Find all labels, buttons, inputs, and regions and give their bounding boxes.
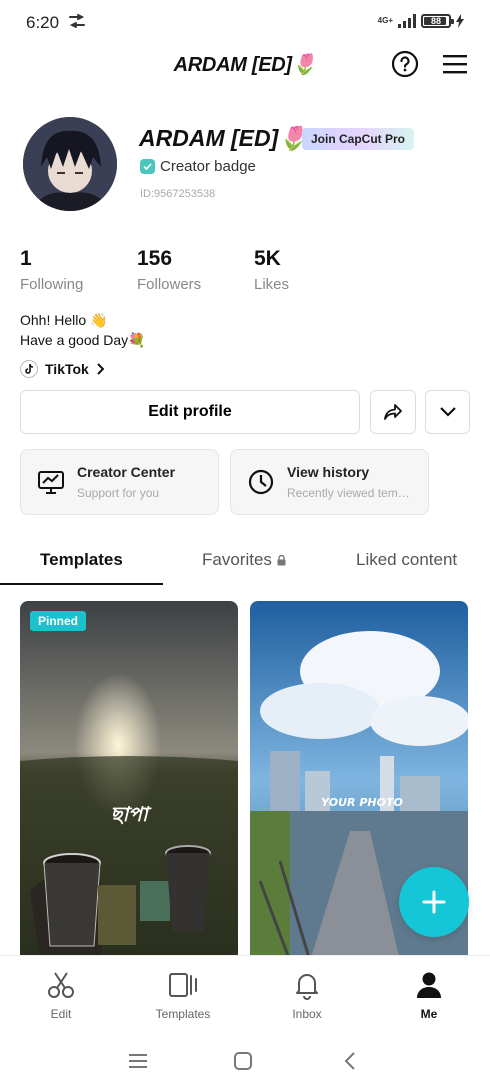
pinned-badge: Pinned [30, 611, 87, 631]
scissors-icon [48, 972, 74, 998]
edit-profile-button[interactable]: Edit profile [20, 390, 360, 434]
hamburger-menu-icon[interactable] [442, 53, 468, 75]
card-title: Creator Center [77, 464, 176, 480]
stat-following[interactable]: 1 Following [20, 247, 83, 293]
content-tabs: Templates Favorites Liked content [0, 540, 490, 586]
nav-label: Templates [155, 1007, 211, 1021]
creator-center-card[interactable]: Creator Center Support for you [20, 449, 219, 515]
nav-edit[interactable]: Edit [21, 970, 101, 1021]
thumbnail-image: ছাপা [20, 601, 238, 961]
stat-value: 5K [254, 247, 281, 270]
tiktok-icon [20, 360, 38, 378]
lock-icon [277, 554, 286, 565]
bell-icon [296, 974, 318, 1000]
card-title: View history [287, 464, 370, 480]
nav-label: Me [420, 1007, 438, 1021]
status-indicators: 4G+ 88 [378, 14, 464, 28]
stat-value: 1 [20, 247, 32, 270]
tiktok-label: TikTok [45, 361, 89, 377]
card-subtitle: Recently viewed templates [287, 486, 412, 500]
bio-line: Have a good Day💐 [20, 332, 146, 348]
person-icon [417, 972, 441, 998]
creator-badge-icon [140, 159, 155, 174]
bottom-navigation: Edit Templates Inbox Me [0, 955, 490, 1027]
stat-label: Following [20, 276, 84, 293]
top-bar: ARDAM [ED]🌷 [0, 44, 490, 84]
share-arrow-icon [384, 404, 402, 420]
nav-me[interactable]: Me [389, 970, 469, 1021]
charging-icon [456, 14, 464, 28]
battery-level: 88 [430, 16, 441, 26]
chevron-down-icon [439, 407, 456, 417]
nav-inbox[interactable]: Inbox [267, 970, 347, 1021]
bio-line: Ohh! Hello 👋 [20, 312, 108, 328]
help-circle-icon[interactable] [391, 50, 419, 78]
nav-label: Edit [50, 1007, 72, 1021]
network-label: 4G+ [377, 16, 393, 25]
tab-favorites[interactable]: Favorites [202, 550, 286, 570]
battery-icon: 88 [421, 14, 454, 28]
tiktok-link[interactable]: TikTok [20, 360, 104, 378]
view-history-card[interactable]: View history Recently viewed templates [230, 449, 429, 515]
nav-label: Inbox [292, 1007, 322, 1021]
status-time: 6:20 [26, 13, 60, 32]
nav-templates[interactable]: Templates [143, 970, 223, 1021]
join-pro-button[interactable]: Join CapCut Pro [302, 128, 415, 150]
avatar[interactable] [23, 117, 117, 211]
templates-icon [169, 973, 197, 997]
profile-name: ARDAM [ED]🌷 [139, 125, 307, 151]
creator-badge-label: Creator badge [160, 158, 256, 175]
plus-icon [422, 890, 446, 914]
template-thumbnail[interactable]: ছাপা Pinned [20, 601, 238, 961]
back-icon[interactable] [343, 1051, 357, 1071]
avatar-image [23, 117, 117, 211]
active-tab-indicator [0, 583, 163, 585]
stat-label: Followers [137, 276, 202, 293]
thumbnail-overlay-text: ছাপা [110, 802, 151, 826]
stat-likes[interactable]: 5K Likes [254, 247, 289, 293]
recent-apps-icon[interactable] [128, 1052, 148, 1070]
system-navigation [0, 1036, 490, 1090]
thumbnail-overlay-text: YOUR PHOTO [321, 796, 403, 809]
tab-liked-content[interactable]: Liked content [356, 550, 457, 570]
tab-label: Favorites [202, 550, 272, 569]
user-id: ID:9567253538 [140, 188, 216, 200]
clock-icon [248, 469, 274, 495]
home-icon[interactable] [233, 1051, 253, 1071]
share-button[interactable] [370, 390, 416, 434]
tab-templates[interactable]: Templates [40, 550, 123, 570]
chevron-right-icon [97, 363, 104, 375]
more-options-button[interactable] [425, 390, 470, 434]
status-bar: 6:20 4G+ 88 [0, 0, 490, 44]
creator-badge[interactable]: Creator badge [140, 158, 256, 175]
sync-icon [69, 14, 85, 28]
monitor-chart-icon [38, 471, 64, 494]
bio: Ohh! Hello 👋 Have a good Day💐 [20, 310, 146, 350]
signal-icon [398, 14, 416, 28]
stat-value: 156 [137, 247, 173, 270]
stat-label: Likes [254, 276, 290, 293]
create-button[interactable] [399, 867, 469, 937]
stat-followers[interactable]: 156 Followers [137, 247, 201, 293]
card-subtitle: Support for you [77, 486, 160, 500]
